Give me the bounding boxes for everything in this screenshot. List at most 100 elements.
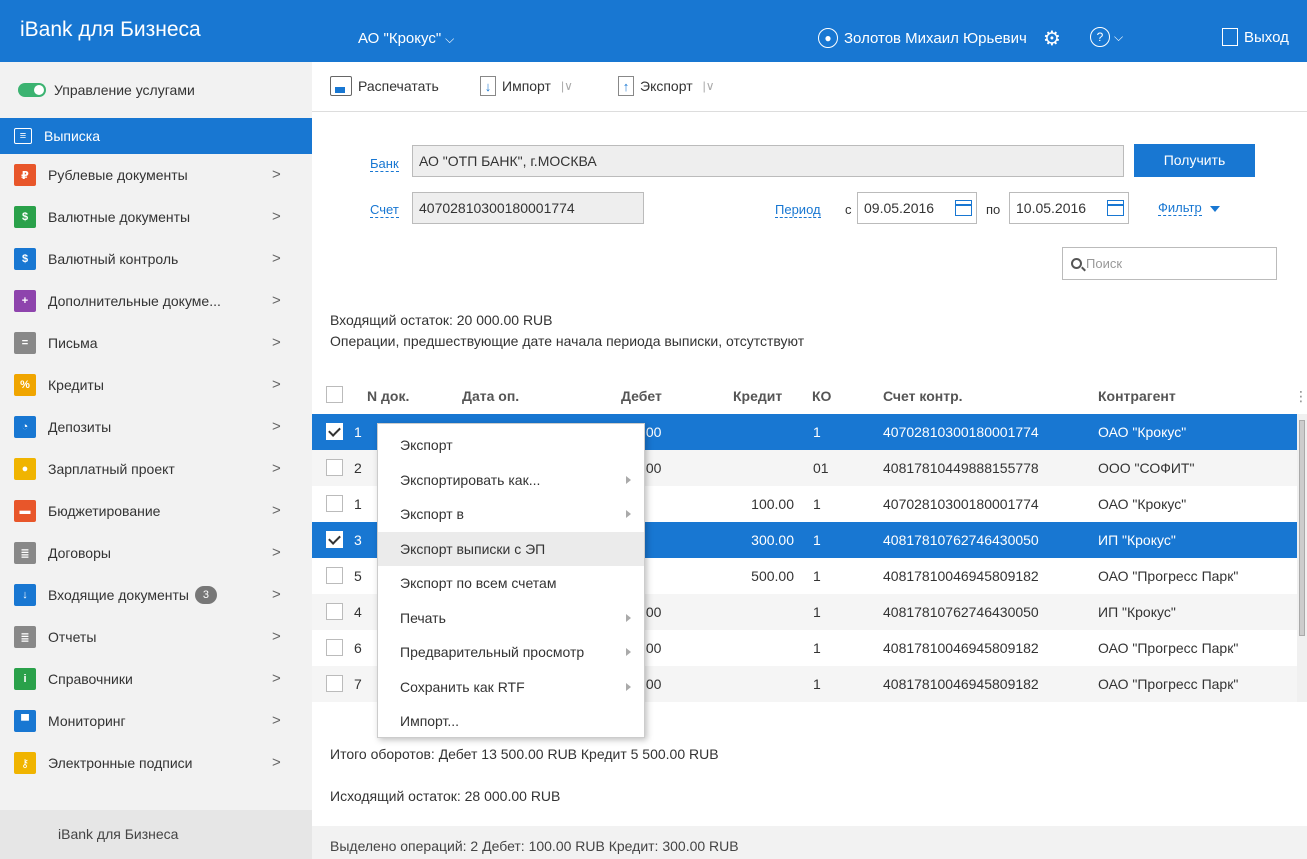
import-dropdown-icon[interactable]: |∨ (561, 79, 573, 93)
brand-logo[interactable]: iBank для Бизнеса (20, 18, 201, 42)
print-button[interactable]: Распечатать (330, 76, 439, 96)
context-menu-item[interactable]: Экспортировать как... (378, 463, 644, 497)
logout-button[interactable]: Выход (1222, 28, 1289, 46)
filter-button[interactable]: Фильтр (1158, 200, 1220, 216)
columns-settings-icon[interactable]: ⋮ (1294, 388, 1307, 405)
chevron-right-icon[interactable]: > (272, 586, 281, 603)
sidebar-item-14[interactable]: ▀ Мониторинг > (0, 700, 312, 742)
export-button[interactable]: ↑ Экспорт |∨ (618, 76, 715, 96)
chevron-right-icon[interactable]: > (272, 544, 281, 561)
date-from-value: 09.05.2016 (864, 200, 935, 216)
sidebar-item-label: Кредиты (48, 377, 104, 393)
scrollbar-thumb[interactable] (1299, 420, 1305, 636)
cell-counter-account: 40817810762746430050 (883, 532, 1039, 548)
cell-counterparty: ООО "СОФИТ" (1098, 460, 1195, 476)
search-input[interactable]: Поиск (1062, 247, 1277, 280)
chevron-right-icon[interactable]: > (272, 754, 281, 771)
chevron-right-icon[interactable]: > (272, 166, 281, 183)
select-all-checkbox[interactable] (326, 386, 343, 403)
col-counter-account[interactable]: Счет контр. (883, 388, 963, 404)
chevron-right-icon[interactable]: > (272, 670, 281, 687)
chevron-right-icon[interactable]: > (272, 334, 281, 351)
sidebar-item-3[interactable]: $ Валютный контроль > (0, 238, 312, 280)
user-menu[interactable]: ● Золотов Михаил Юрьевич (818, 28, 1027, 48)
top-bar: iBank для Бизнеса АО "Крокус" ⌵ ● Золотов… (0, 0, 1307, 62)
sidebar-item-15[interactable]: ⚷ Электронные подписи > (0, 742, 312, 784)
sidebar-item-8[interactable]: ● Зарплатный проект > (0, 448, 312, 490)
chevron-down-icon: ⌵ (1114, 29, 1124, 44)
chevron-right-icon[interactable]: > (272, 250, 281, 267)
chevron-right-icon[interactable]: > (272, 460, 281, 477)
context-menu-item[interactable]: Печать (378, 601, 644, 635)
calendar-icon[interactable] (955, 200, 972, 216)
account-link[interactable]: Счет (370, 202, 399, 218)
count-badge: 3 (194, 586, 217, 604)
row-checkbox[interactable] (326, 639, 343, 656)
col-debit[interactable]: Дебет (621, 388, 662, 404)
row-checkbox[interactable] (326, 423, 343, 440)
caret-down-icon (1209, 205, 1220, 212)
sidebar-item-4[interactable]: + Дополнительные докуме... > (0, 280, 312, 322)
submenu-arrow-icon (626, 648, 631, 656)
col-counterparty[interactable]: Контрагент (1098, 388, 1176, 404)
org-selector[interactable]: АО "Крокус" ⌵ (358, 30, 454, 47)
sidebar-item-5[interactable]: = Письма > (0, 322, 312, 364)
sidebar-item-11[interactable]: ↓ Входящие документы 3 > (0, 574, 312, 616)
sidebar-item-label: Отчеты (48, 629, 97, 645)
col-date[interactable]: Дата оп. (462, 388, 519, 404)
chevron-right-icon[interactable]: > (272, 628, 281, 645)
cell-credit: 300.00 (751, 532, 794, 548)
sidebar-item-label: Письма (48, 335, 98, 351)
cell-doc-number: 1 (354, 496, 362, 512)
context-menu-item[interactable]: Экспорт выписки с ЭП (378, 531, 644, 566)
cell-counterparty: ИП "Крокус" (1098, 532, 1176, 548)
sidebar-item-2[interactable]: $ Валютные документы > (0, 196, 312, 238)
period-link[interactable]: Период (775, 202, 821, 218)
date-from-field[interactable]: 09.05.2016 (857, 192, 977, 224)
col-ko[interactable]: КО (812, 388, 831, 404)
row-checkbox[interactable] (326, 531, 343, 548)
cell-doc-number: 4 (354, 604, 362, 620)
services-toggle[interactable]: Управление услугами (18, 82, 195, 98)
help-menu[interactable]: ? ⌵ (1090, 27, 1123, 47)
cell-ko: 1 (813, 496, 821, 512)
context-menu-item[interactable]: Предварительный просмотр (378, 635, 644, 669)
row-checkbox[interactable] (326, 495, 343, 512)
chevron-right-icon[interactable]: > (272, 376, 281, 393)
gear-icon[interactable]: ⚙ (1043, 26, 1061, 51)
chevron-right-icon[interactable]: > (272, 418, 281, 435)
account-field[interactable]: 40702810300180001774 (412, 192, 644, 224)
sidebar-item-10[interactable]: ≣ Договоры > (0, 532, 312, 574)
row-checkbox[interactable] (326, 567, 343, 584)
export-dropdown-icon[interactable]: |∨ (703, 79, 715, 93)
chevron-right-icon[interactable]: > (272, 712, 281, 729)
bank-link[interactable]: Банк (370, 156, 399, 172)
get-button[interactable]: Получить (1134, 144, 1255, 177)
sidebar-item-label: Договоры (48, 545, 111, 561)
sidebar-item-12[interactable]: ≣ Отчеты > (0, 616, 312, 658)
context-menu-item[interactable]: Экспорт по всем счетам (378, 566, 644, 600)
sidebar-item-9[interactable]: ▬ Бюджетирование > (0, 490, 312, 532)
row-checkbox[interactable] (326, 603, 343, 620)
bank-field[interactable]: АО "ОТП БАНК", г.МОСКВА (412, 145, 1124, 177)
context-menu-item[interactable]: Экспорт (378, 428, 644, 462)
toggle-switch-icon[interactable] (18, 83, 46, 97)
row-checkbox[interactable] (326, 675, 343, 692)
sidebar-item-7[interactable]: ◔ Депозиты > (0, 406, 312, 448)
chevron-right-icon[interactable]: > (272, 292, 281, 309)
import-button[interactable]: ↓ Импорт |∨ (480, 76, 573, 96)
col-credit[interactable]: Кредит (733, 388, 782, 404)
row-checkbox[interactable] (326, 459, 343, 476)
context-menu-item[interactable]: Сохранить как RTF (378, 670, 644, 704)
chevron-right-icon[interactable]: > (272, 208, 281, 225)
context-menu-item[interactable]: Импорт... (378, 704, 644, 738)
chevron-right-icon[interactable]: > (272, 502, 281, 519)
sidebar-item-0[interactable]: ≡ Выписка (0, 118, 312, 154)
sidebar-item-13[interactable]: i Справочники > (0, 658, 312, 700)
context-menu-item[interactable]: Экспорт в (378, 497, 644, 531)
sidebar-item-1[interactable]: ₽ Рублевые документы > (0, 154, 312, 196)
sidebar-item-6[interactable]: % Кредиты > (0, 364, 312, 406)
date-to-field[interactable]: 10.05.2016 (1009, 192, 1129, 224)
col-doc-number[interactable]: N док. (367, 388, 409, 404)
calendar-icon[interactable] (1107, 200, 1124, 216)
